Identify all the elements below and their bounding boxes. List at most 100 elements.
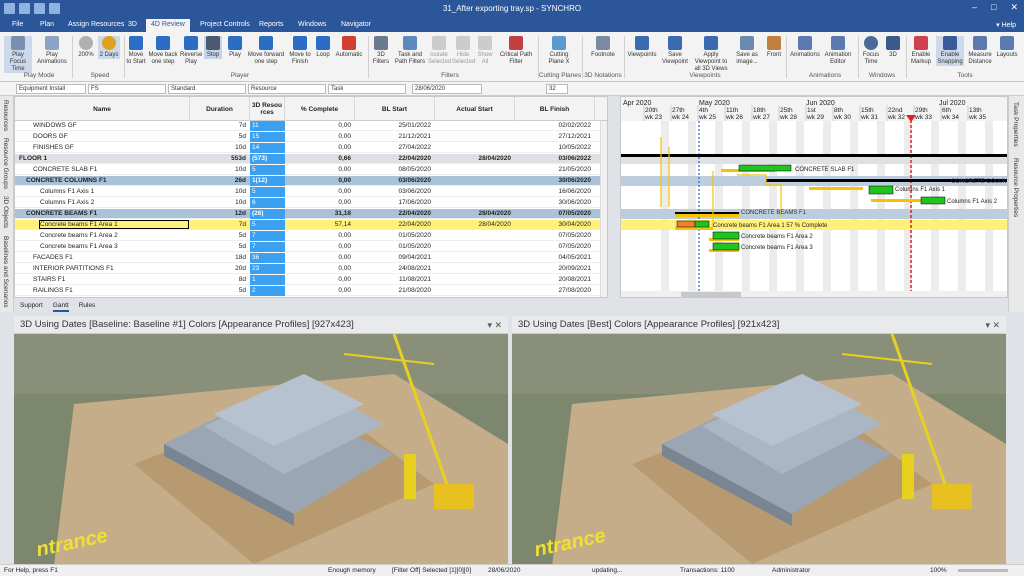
table-row[interactable]: Columns F1 Axis 2 10d 6 0,00 17/06/2020 30/06… [15,198,607,208]
table-row[interactable]: FINISHES GF 10d 14 0,00 27/04/2022 10/05/2022 [15,143,607,153]
gantt-scroll-thumb[interactable] [681,292,741,298]
table-row[interactable]: FACADES F1 18d 36 0,00 09/04/2021 04/05/2021 [15,253,607,263]
tab-file[interactable]: File [12,21,23,28]
animations-button[interactable]: Animations [790,36,820,59]
play-animations-button[interactable]: Play Animations [36,36,68,66]
3d-filters-button[interactable]: 3D Filters [370,36,392,66]
side-tab-resources[interactable]: Resources [2,100,9,131]
table-row[interactable]: Concrete beams F1 Area 3 5d 7 0,00 01/05/202… [15,242,607,252]
measure-distance-button[interactable]: Measure Distance [966,36,994,66]
col-bl-start[interactable]: BL Start [355,97,435,121]
stop-button[interactable]: Stop [204,36,222,59]
cell-name: Columns F1 Axis 1 [40,188,95,195]
viewpoints-button[interactable]: Viewpoints [626,36,658,59]
group-label: Tools [957,72,973,79]
table-row[interactable]: CONCRETE BEAMS F1 12d (26) 31,18 22/04/2020 2… [15,209,607,219]
zoom-slider[interactable] [958,569,1008,572]
group-label: 3D Notations [584,72,622,79]
col-duration[interactable]: Duration [190,97,250,121]
tab-assign-resources[interactable]: Assign Resources [68,21,124,28]
enable-markup-button[interactable]: Enable Markup [908,36,934,66]
side-tab-baselines[interactable]: Baselines and Scenarios [2,236,9,308]
save-as-image-button[interactable]: Save as image... [732,36,762,66]
animation-editor-button[interactable]: Animation Editor [822,36,854,66]
table-row[interactable]: INTERIOR PARTITIONS F1 20d 23 0,00 24/08/202… [15,264,607,274]
table-row[interactable]: CONCRETE SLAB F1 10d 5 0,00 08/05/2020 21/05/… [15,165,607,175]
side-tab-task-properties[interactable]: Task Properties [1012,102,1019,147]
tab-3d[interactable]: 3D [128,21,137,28]
isolate-selected-button[interactable]: Isolate Selected [428,36,451,66]
side-tab-resource-properties[interactable]: Resource Properties [1012,158,1019,217]
critical-path-filter-button[interactable]: Critical Path Filter [498,36,534,66]
table-row[interactable]: WINDOWS GF 7d 11 0,00 25/01/2022 02/02/2022 [15,121,607,131]
play-button[interactable]: Play [226,36,244,59]
show-all-button[interactable]: Show All [476,36,494,66]
front-view-dropdown[interactable]: Front [764,36,784,59]
gantt-scrollbar[interactable] [621,291,1008,298]
tab-navigator[interactable]: Navigator [341,21,371,28]
task-dropdown[interactable]: Task [328,84,406,94]
resource-dropdown[interactable]: Resource [248,84,326,94]
label: Move forward one step [247,52,285,65]
footnote-button[interactable]: Footnote [586,36,620,59]
3d-window-button[interactable]: 3D [884,36,902,59]
table-row[interactable]: FLOOR 1 553d (573) 0,66 22/04/2020 28/04/2020… [15,154,607,164]
table-row[interactable]: Columns F1 Axis 1 10d 5 0,00 03/06/2020 16/06… [15,187,607,197]
layouts-button[interactable]: Layouts [994,36,1020,59]
table-row[interactable]: RAILINGS F1 5d 2 0,00 21/08/2020 27/08/2020 [15,286,607,296]
table-row[interactable]: Concrete beams F1 Area 2 5d 7 0,00 01/05/202… [15,231,607,241]
move-to-finish-button[interactable]: Move to Finish [288,36,312,66]
col-bl-finish[interactable]: BL Finish [515,97,595,121]
col-3d-resources[interactable]: 3D Resou rces [250,97,285,121]
number-field[interactable]: 32 [546,84,568,94]
loop-button[interactable]: Loop [314,36,332,59]
table-row[interactable]: Concrete beams F1 Area 1 7d 5 57,14 22/04/20… [15,220,607,230]
tab-windows[interactable]: Windows [298,21,326,28]
col-percent-complete[interactable]: % Complete [285,97,355,121]
side-tab-3d-objects[interactable]: 3D Objects [2,196,9,228]
tab-support[interactable]: Support [20,300,43,312]
reverse-play-button[interactable]: Reverse Play [180,36,202,66]
focus-date-field[interactable]: 28/06/2020 [412,84,482,94]
grid-scrollbar[interactable] [600,121,607,297]
tab-project-controls[interactable]: Project Controls [200,21,250,28]
cutting-plane-button[interactable]: Cutting Plane X [542,36,576,66]
close-icon[interactable]: ▾ ✕ [487,320,502,331]
tab-rules[interactable]: Rules [79,300,96,312]
week-number-label: wk 28 [779,114,797,121]
table-row[interactable]: STAIRS F1 8d 1 0,00 11/08/2021 20/08/2021 [15,275,607,285]
magnet-icon [943,36,957,50]
close-icon[interactable]: ▾ ✕ [985,320,1000,331]
enable-snapping-button[interactable]: Enable Snapping [936,36,964,66]
move-forward-step-button[interactable]: Move forward one step [246,36,286,66]
close-button[interactable]: ✕ [1010,2,1018,13]
move-to-start-button[interactable]: Move to Start [126,36,146,66]
table-row[interactable]: CONCRETE COLUMNS F1 26d 1(12) 0,00 03/06/202… [15,176,607,186]
hide-selected-button[interactable]: Hide Selected [452,36,475,66]
3d-view-baseline[interactable]: 3D Using Dates [Baseline: Baseline #1] C… [14,316,508,566]
focus-time-button[interactable]: Focus Time [860,36,882,66]
table-row[interactable]: DOORS GF 5d 15 0,00 21/12/2021 27/12/2021 [15,132,607,142]
col-actual-start[interactable]: Actual Start [435,97,515,121]
apply-viewpoint-button[interactable]: Apply Viewpoint to all 3D Views [692,36,730,73]
minimize-button[interactable]: – [972,2,977,13]
maximize-button[interactable]: □ [991,2,996,13]
save-viewpoint-button[interactable]: Save Viewpoint [660,36,690,66]
tab-plan[interactable]: Plan [40,21,54,28]
tab-reports[interactable]: Reports [259,21,284,28]
move-back-step-button[interactable]: Move back one step [148,36,178,66]
play-focus-time-button[interactable]: Play Focus Time [4,36,32,73]
3d-view-best[interactable]: 3D Using Dates [Best] Colors [Appearance… [512,316,1006,566]
filter-dropdown-1[interactable]: Equipment Install [16,84,86,94]
side-tab-resource-groups[interactable]: Resource Groups [2,138,9,189]
col-name[interactable]: Name [15,97,190,121]
automatic-dropdown[interactable]: Automatic [334,36,364,59]
speed-days-dial[interactable]: 2 Days [98,36,120,59]
calendar-dropdown[interactable]: Standard [168,84,246,94]
help-button[interactable]: ▾ Help [996,21,1016,29]
speed-percent-dial[interactable]: 200% [76,36,96,59]
tab-gantt[interactable]: Gantt [52,300,69,312]
link-type-dropdown[interactable]: FS [88,84,166,94]
task-path-filters-button[interactable]: Task and Path Filters [394,36,426,66]
tab-4d-review[interactable]: 4D Review [146,19,190,32]
